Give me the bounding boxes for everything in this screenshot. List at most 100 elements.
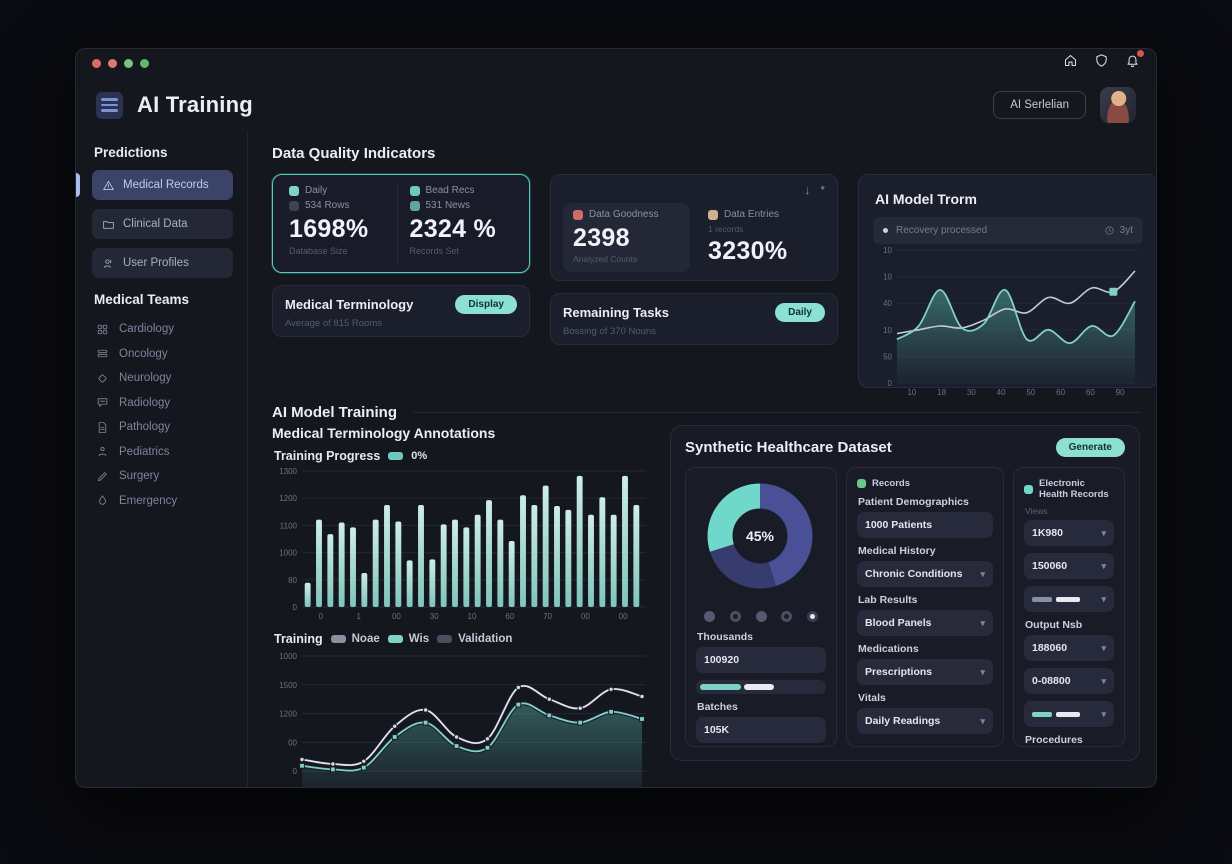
stat-card-goodness: ↓ * Data Goodness 2398 Analyzed Counts D… bbox=[550, 174, 838, 281]
ai-selection-button[interactable]: AI Serlelian bbox=[993, 91, 1086, 119]
dropdown[interactable]: ▾ bbox=[1024, 586, 1114, 612]
ehr-panel: Electronic Health Records Views1K980▾150… bbox=[1013, 467, 1125, 747]
legend-entry: Noae bbox=[352, 633, 380, 645]
main-content: Data Quality Indicators Daily 534 Rows 1… bbox=[248, 131, 1156, 787]
sparkle-icon[interactable]: * bbox=[820, 183, 825, 197]
traffic-light[interactable] bbox=[124, 59, 133, 68]
generate-button[interactable]: Generate bbox=[1056, 438, 1125, 457]
sidebar-item-radiology[interactable]: Radiology bbox=[92, 391, 233, 416]
field-label: Output Nsb bbox=[1025, 619, 1114, 631]
sidebar-item-surgery[interactable]: Surgery bbox=[92, 464, 233, 489]
svg-text:40: 40 bbox=[997, 388, 1006, 397]
grey-square-icon bbox=[289, 201, 299, 211]
svg-text:60: 60 bbox=[1086, 388, 1095, 397]
field-label: Procedures bbox=[1025, 734, 1114, 746]
stat-label: Bead Recs bbox=[426, 185, 475, 196]
model-search-input[interactable]: Recovery processed 3yt bbox=[873, 217, 1143, 244]
sidebar-item-clinical-data[interactable]: Clinical Data bbox=[92, 209, 233, 239]
svg-text:30: 30 bbox=[967, 388, 976, 397]
pagination-dot[interactable] bbox=[756, 611, 767, 622]
stat-value: 3230% bbox=[708, 237, 815, 266]
sidebar-item-user-profiles[interactable]: User Profiles bbox=[92, 248, 233, 278]
records-panel: Records Patient Demographics1000 Patient… bbox=[846, 467, 1004, 747]
svg-text:1200: 1200 bbox=[279, 710, 297, 719]
dropdown[interactable]: 1K980▾ bbox=[1024, 520, 1114, 546]
traffic-light[interactable] bbox=[108, 59, 117, 68]
dropdown[interactable]: 188060▾ bbox=[1024, 635, 1114, 661]
dropdown[interactable]: 150060▾ bbox=[1024, 553, 1114, 579]
sidebar-item-emergency[interactable]: Emergency bbox=[92, 489, 233, 514]
field-label: Batches bbox=[697, 701, 826, 713]
traffic-light[interactable] bbox=[140, 59, 149, 68]
sub-label: Views bbox=[1025, 506, 1114, 516]
dropdown[interactable]: Prescriptions▾ bbox=[857, 659, 993, 685]
app-logo-icon[interactable] bbox=[96, 92, 123, 119]
daily-button[interactable]: Daily bbox=[775, 303, 825, 322]
bell-icon[interactable] bbox=[1125, 53, 1140, 73]
pagination-dot[interactable] bbox=[807, 611, 818, 622]
select-value: 1K980 bbox=[1032, 527, 1063, 539]
sidebar-item-medical-records[interactable]: Medical Records bbox=[92, 170, 233, 200]
sidebar-item-label: Emergency bbox=[119, 495, 177, 507]
sidebar-item-oncology[interactable]: Oncology bbox=[92, 342, 233, 367]
chevron-down-icon: ▾ bbox=[980, 569, 985, 580]
shield-icon[interactable] bbox=[1094, 53, 1109, 73]
svg-text:10: 10 bbox=[468, 612, 477, 621]
stat-label: Data Goodness bbox=[589, 209, 659, 220]
svg-text:90: 90 bbox=[1116, 388, 1125, 397]
sidebar-item-neurology[interactable]: Neurology bbox=[92, 366, 233, 391]
text-input[interactable]: 1000 Patients bbox=[857, 512, 993, 538]
card-caption: Bossing of 370 Nouns bbox=[563, 326, 825, 337]
sidebar-item-label: Pediatrics bbox=[119, 446, 170, 458]
teal-square-icon bbox=[289, 186, 299, 196]
stat-label: 531 News bbox=[426, 200, 470, 211]
dropdown[interactable]: Daily Readings▾ bbox=[857, 708, 993, 734]
svg-text:30: 30 bbox=[430, 612, 439, 621]
pagination-dot[interactable] bbox=[704, 611, 715, 622]
svg-text:1: 1 bbox=[356, 612, 361, 621]
dataset-donut-chart: 45% bbox=[696, 478, 824, 596]
sidebar-item-cardiology[interactable]: Cardiology bbox=[92, 317, 233, 342]
dropdown[interactable]: 0-08800▾ bbox=[1024, 668, 1114, 694]
svg-text:50: 50 bbox=[1026, 388, 1035, 397]
pagination-dot[interactable] bbox=[781, 611, 792, 622]
traffic-light[interactable] bbox=[92, 59, 101, 68]
value-input[interactable]: 100920 bbox=[696, 647, 826, 673]
value-input[interactable]: 105K bbox=[696, 717, 826, 743]
select-value: Prescriptions bbox=[865, 666, 932, 678]
svg-text:10: 10 bbox=[907, 388, 916, 397]
svg-text:0: 0 bbox=[888, 379, 893, 388]
display-button[interactable]: Display bbox=[455, 295, 517, 314]
diamond-icon bbox=[96, 372, 109, 385]
pen-icon bbox=[96, 470, 109, 483]
home-icon[interactable] bbox=[1063, 53, 1078, 73]
red-square-icon bbox=[573, 210, 583, 220]
field-label: Medical History bbox=[858, 545, 993, 557]
teal-swatch-icon bbox=[388, 452, 403, 460]
dropdown[interactable]: ▾ bbox=[1024, 701, 1114, 727]
sidebar-item-label: Pathology bbox=[119, 421, 170, 433]
sidebar-item-pathology[interactable]: Pathology bbox=[92, 415, 233, 440]
divider bbox=[413, 412, 1140, 413]
app-header: AI Training AI Serlelian bbox=[76, 77, 1156, 131]
ai-model-card: AI Model Trorm Recovery processed 3yt 10… bbox=[858, 174, 1156, 388]
pagination-dot[interactable] bbox=[730, 611, 741, 622]
warning-icon bbox=[102, 179, 115, 192]
stat-label: Daily bbox=[305, 185, 327, 196]
sidebar-item-pediatrics[interactable]: Pediatrics bbox=[92, 440, 233, 465]
dropdown[interactable]: Blood Panels▾ bbox=[857, 610, 993, 636]
svg-text:18: 18 bbox=[937, 388, 946, 397]
titlebar bbox=[76, 49, 1156, 77]
input-value: 105K bbox=[704, 724, 729, 736]
download-icon[interactable]: ↓ bbox=[804, 183, 810, 197]
teal-swatch-icon bbox=[388, 635, 403, 643]
svg-text:1300: 1300 bbox=[279, 467, 297, 476]
input-value: 1000 Patients bbox=[865, 519, 932, 531]
mini-bars bbox=[1032, 712, 1080, 717]
stat-value: 2398 bbox=[573, 224, 680, 253]
avatar[interactable] bbox=[1100, 87, 1136, 123]
folder-icon bbox=[102, 218, 115, 231]
dropdown[interactable]: Chronic Conditions▾ bbox=[857, 561, 993, 587]
svg-text:00: 00 bbox=[392, 612, 401, 621]
section-title-data-quality: Data Quality Indicators bbox=[272, 145, 1140, 162]
